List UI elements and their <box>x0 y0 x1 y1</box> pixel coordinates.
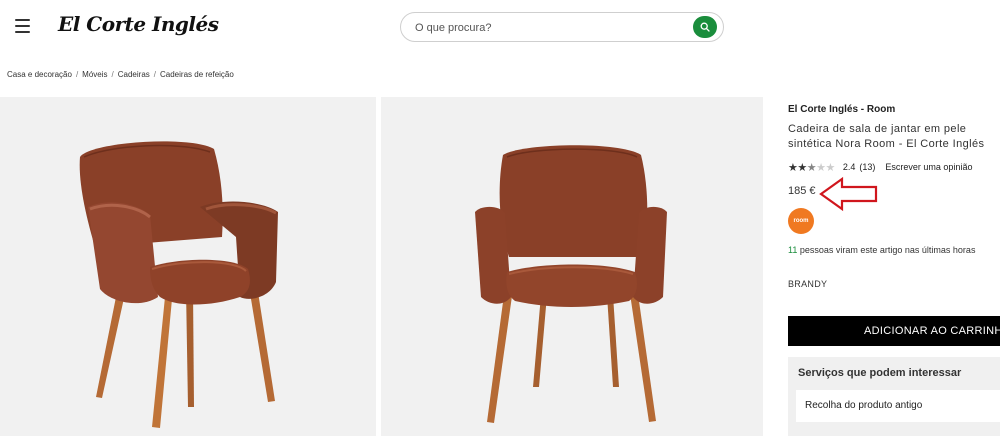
star-empty-icon: ★ <box>816 161 826 174</box>
product-rating: ★★★★★ 2.4 (13) Escrever uma opinião <box>788 160 972 174</box>
star-empty-icon: ★ <box>825 161 836 174</box>
add-to-cart-button[interactable]: ADICIONAR AO CARRINHO <box>788 316 1000 346</box>
chair-front-illustration <box>475 145 667 423</box>
rating-stars[interactable]: ★★★★★ <box>788 161 835 174</box>
header: El Corte Inglés <box>0 0 1000 56</box>
product-title: Cadeira de sala de jantar em pele sintét… <box>788 123 985 150</box>
viewers-text: pessoas viram este artigo nas últimas ho… <box>799 245 976 255</box>
product-image-1[interactable] <box>0 97 376 436</box>
product-image-2[interactable] <box>381 97 763 436</box>
annotation-arrow-icon <box>819 176 878 212</box>
search-input[interactable] <box>415 19 675 37</box>
logo[interactable]: El Corte Inglés <box>58 12 219 36</box>
star-partial-icon: ★ <box>806 161 817 174</box>
chair-angle-illustration <box>79 141 278 428</box>
star-full-icon: ★ <box>797 161 807 174</box>
search-bar <box>400 12 724 42</box>
breadcrumb-item[interactable]: Cadeiras <box>118 70 150 79</box>
services-panel: Serviços que podem interessar Recolha do… <box>788 357 1000 436</box>
service-item-label: Recolha do produto antigo <box>805 400 923 411</box>
breadcrumb-item[interactable]: Móveis <box>82 70 107 79</box>
breadcrumb-separator: / <box>75 70 79 79</box>
search-button[interactable] <box>693 16 717 38</box>
product-price: 185 € <box>788 185 816 197</box>
breadcrumb-separator: / <box>153 70 156 79</box>
breadcrumb: Casa e decoração / Móveis / Cadeiras / Cadeira… <box>7 70 234 79</box>
services-title: Serviços que podem interessar <box>798 367 962 379</box>
hamburger-menu-icon[interactable] <box>15 19 30 33</box>
viewers-notice: 11 pessoas viram este artigo nas últimas… <box>788 245 975 255</box>
search-icon <box>700 22 710 32</box>
write-review-link[interactable]: Escrever uma opinião <box>885 162 972 172</box>
breadcrumb-item[interactable]: Cadeiras de refeição <box>160 70 234 79</box>
product-brand[interactable]: El Corte Inglés - Room <box>788 104 895 115</box>
rating-value: 2.4 <box>842 162 856 172</box>
room-brand-badge[interactable]: room <box>788 208 814 234</box>
service-item-old-product-pickup[interactable]: Recolha do produto antigo <box>796 390 1000 422</box>
breadcrumb-item[interactable]: Casa e decoração <box>7 70 72 79</box>
breadcrumb-separator: / <box>111 70 114 79</box>
rating-count[interactable]: (13) <box>859 162 875 172</box>
viewers-count: 11 <box>788 245 798 255</box>
selected-color: BRANDY <box>788 279 828 289</box>
star-full-icon: ★ <box>788 161 798 174</box>
